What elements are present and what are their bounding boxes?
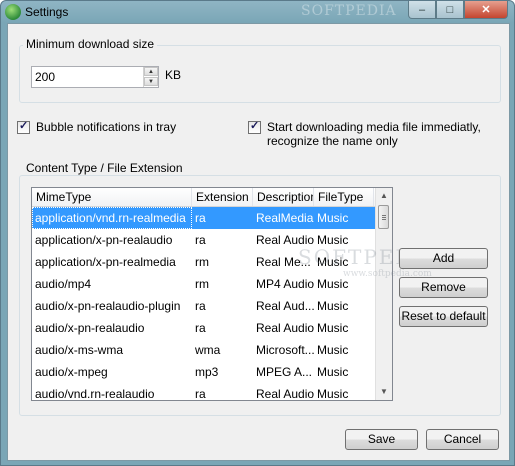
- start-downloading-checkbox[interactable]: ✓ Start downloading media file immediatl…: [248, 120, 481, 148]
- filetype-cell: Music: [317, 255, 349, 269]
- table-row[interactable]: application/x-pn-realaudio ra Real Audio Mu…: [32, 229, 376, 251]
- download-size-group-label: Minimum download size: [23, 37, 158, 51]
- extension-cell: rm: [195, 255, 209, 269]
- settings-window: Settings SOFTPEDIA – □ ✕ Minimum downloa…: [0, 0, 515, 466]
- checkmark-icon: ✓: [19, 120, 29, 132]
- spin-down-icon[interactable]: ▼: [144, 77, 158, 86]
- start-downloading-label[interactable]: Start downloading media file immediatly,…: [267, 120, 481, 148]
- description-cell: Real Me...: [256, 255, 311, 269]
- add-button[interactable]: Add: [399, 248, 488, 269]
- mimetype-cell: audio/x-ms-wma: [35, 343, 124, 357]
- checkbox-box[interactable]: ✓: [248, 120, 261, 134]
- reset-to-default-button[interactable]: Reset to default: [399, 306, 488, 327]
- close-button[interactable]: ✕: [464, 1, 508, 19]
- filetype-cell: Music: [317, 321, 349, 335]
- app-icon: [5, 4, 21, 20]
- filetype-cell: Music: [317, 277, 349, 291]
- description-cell: Real Audio: [256, 321, 314, 335]
- list-header: MimeType Extension Description FileType: [32, 188, 376, 207]
- extension-cell: ra: [195, 299, 206, 313]
- extension-cell: ra: [195, 211, 206, 225]
- minimize-button[interactable]: –: [408, 1, 436, 19]
- bubble-notifications-label[interactable]: Bubble notifications in tray: [36, 120, 176, 134]
- extension-cell: ra: [195, 321, 206, 335]
- extension-cell: ra: [195, 387, 206, 401]
- scroll-down-icon[interactable]: ▼: [376, 384, 392, 400]
- table-row[interactable]: audio/x-ms-wma wma Microsoft... Music: [32, 339, 376, 361]
- extension-cell: mp3: [195, 365, 219, 379]
- description-cell: Microsoft...: [256, 343, 314, 357]
- table-row[interactable]: audio/x-mpeg mp3 MPEG A... Music: [32, 361, 376, 383]
- scroll-thumb[interactable]: [378, 205, 389, 229]
- maximize-button[interactable]: □: [436, 1, 464, 19]
- content-type-list[interactable]: MimeType Extension Description FileType …: [31, 187, 393, 401]
- content-type-group-label: Content Type / File Extension: [23, 161, 186, 175]
- bubble-notifications-checkbox[interactable]: ✓ Bubble notifications in tray: [17, 120, 176, 134]
- title-bar[interactable]: Settings SOFTPEDIA – □ ✕: [1, 1, 514, 23]
- list-rows: application/vnd.rn-realmedia ra RealMedia M…: [32, 207, 376, 401]
- checkmark-icon: ✓: [250, 120, 260, 132]
- filetype-cell: Music: [317, 343, 349, 357]
- filetype-cell: Music: [317, 387, 349, 401]
- filetype-cell: Music: [317, 299, 349, 313]
- table-row[interactable]: application/vnd.rn-realmedia ra RealMedia M…: [32, 207, 376, 229]
- description-cell: Real Audio: [256, 387, 314, 401]
- list-scrollbar[interactable]: ▲ ▼: [375, 188, 392, 400]
- mimetype-cell: audio/x-pn-realaudio: [35, 321, 145, 335]
- column-header-mimetype[interactable]: MimeType: [32, 188, 192, 206]
- remove-button[interactable]: Remove: [399, 277, 488, 298]
- extension-cell: wma: [195, 343, 221, 357]
- cancel-button[interactable]: Cancel: [426, 429, 499, 450]
- column-header-extension[interactable]: Extension: [192, 188, 253, 206]
- description-cell: MPEG A...: [256, 365, 313, 379]
- mimetype-cell: application/vnd.rn-realmedia: [32, 207, 192, 229]
- mimetype-cell: audio/vnd.rn-realaudio: [35, 387, 155, 401]
- dialog-body: Minimum download size 200 ▲ ▼ KB ✓ Bubbl…: [7, 23, 510, 461]
- mimetype-cell: audio/mp4: [35, 277, 92, 291]
- column-header-filetype[interactable]: FileType: [314, 188, 374, 206]
- download-size-value[interactable]: 200: [35, 70, 55, 84]
- download-size-spinner[interactable]: 200 ▲ ▼: [31, 66, 159, 88]
- checkbox-box[interactable]: ✓: [17, 120, 30, 134]
- mimetype-cell: application/x-pn-realaudio: [35, 233, 173, 247]
- mimetype-cell: audio/x-pn-realaudio-plugin: [35, 299, 181, 313]
- extension-cell: ra: [195, 233, 206, 247]
- start-downloading-label-line2: recognize the name only: [267, 134, 398, 148]
- save-button[interactable]: Save: [345, 429, 418, 450]
- download-size-unit: KB: [165, 68, 182, 82]
- table-row[interactable]: audio/x-pn-realaudio-plugin ra Real Aud...…: [32, 295, 376, 317]
- table-row[interactable]: audio/x-pn-realaudio ra Real Audio Music: [32, 317, 376, 339]
- filetype-cell: Music: [317, 365, 349, 379]
- scroll-up-icon[interactable]: ▲: [376, 188, 392, 204]
- description-cell: Real Audio: [256, 233, 314, 247]
- mimetype-cell: audio/x-mpeg: [35, 365, 108, 379]
- description-cell: MP4 Audio: [256, 277, 314, 291]
- mimetype-cell: application/x-pn-realmedia: [35, 255, 176, 269]
- window-title: Settings: [25, 5, 69, 19]
- extension-cell: rm: [195, 277, 209, 291]
- description-cell: RealMedia: [256, 211, 314, 225]
- column-header-description[interactable]: Description: [253, 188, 314, 206]
- filetype-cell: Music: [317, 233, 349, 247]
- table-row[interactable]: audio/mp4 rm MP4 Audio Music: [32, 273, 376, 295]
- filetype-cell: Music: [317, 211, 349, 225]
- watermark-top: SOFTPEDIA: [301, 3, 397, 19]
- spin-up-icon[interactable]: ▲: [144, 67, 158, 76]
- description-cell: Real Aud...: [256, 299, 314, 313]
- table-row[interactable]: application/x-pn-realmedia rm Real Me... Mu…: [32, 251, 376, 273]
- table-row[interactable]: audio/vnd.rn-realaudio ra Real Audio Music: [32, 383, 376, 401]
- start-downloading-label-line1: Start downloading media file immediatly,: [267, 120, 481, 134]
